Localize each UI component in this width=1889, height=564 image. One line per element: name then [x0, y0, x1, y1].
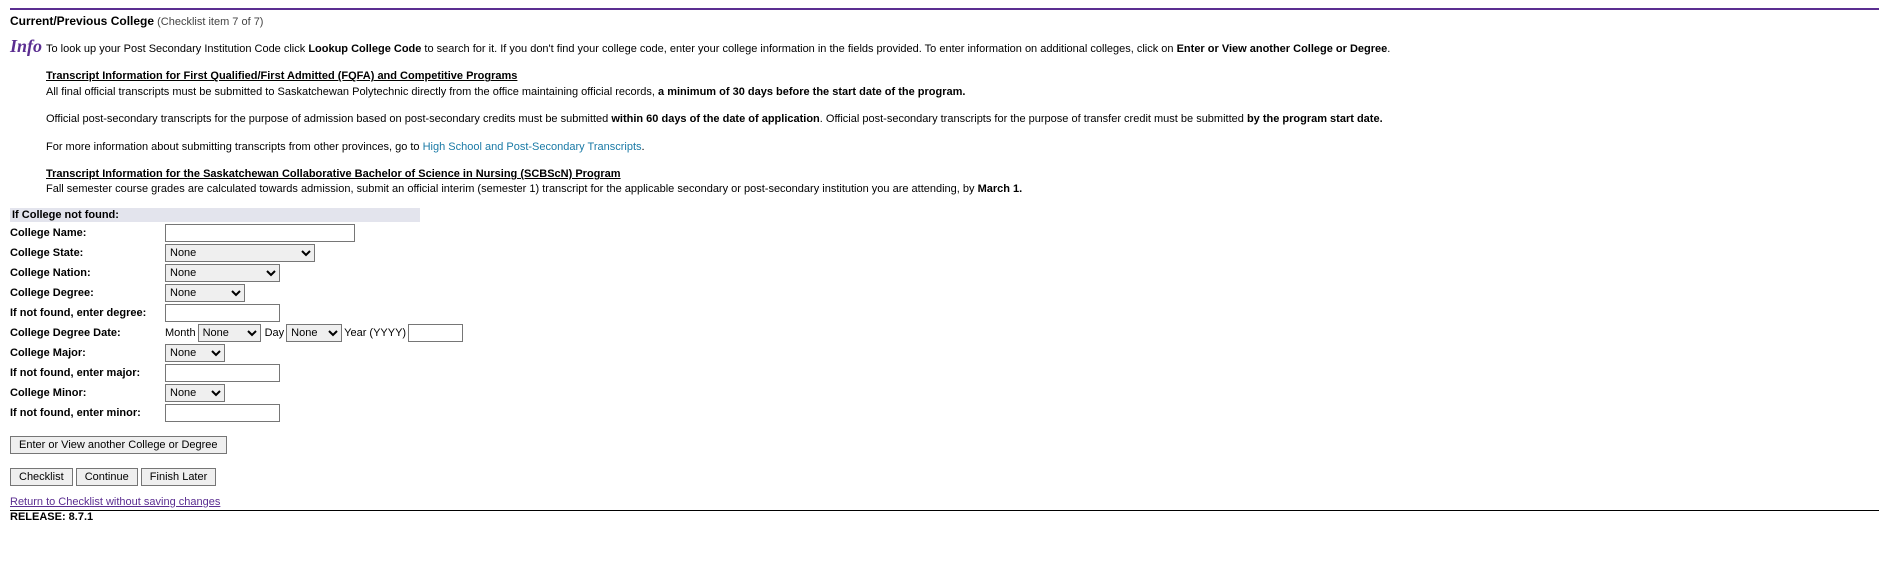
enter-view-another-text: Enter or View another College or Degree	[1177, 43, 1388, 55]
label-day: Day	[265, 327, 285, 339]
transcript-scbscn-section: Transcript Information for the Saskatche…	[46, 167, 1879, 198]
college-form: If College not found: College Name: Coll…	[10, 208, 1879, 422]
degree-not-found-input[interactable]	[165, 304, 280, 322]
college-name-input[interactable]	[165, 224, 355, 242]
enter-view-another-button[interactable]: Enter or View another College or Degree	[10, 436, 227, 454]
p2a: Official post-secondary transcripts for …	[46, 113, 611, 125]
return-to-checklist-link[interactable]: Return to Checklist without saving chang…	[10, 496, 220, 508]
label-major-not-found: If not found, enter major:	[10, 367, 165, 379]
label-year: Year (YYYY)	[344, 327, 406, 339]
label-degree-not-found: If not found, enter degree:	[10, 307, 165, 319]
p3b: .	[642, 141, 645, 153]
lookup-college-code-text: Lookup College Code	[308, 43, 421, 55]
transcripts-link[interactable]: High School and Post-Secondary Transcrip…	[423, 141, 642, 153]
page-header: Current/Previous College (Checklist item…	[10, 14, 1879, 28]
label-college-state: College State:	[10, 247, 165, 259]
info-text-1c: to search for it. If you don't find your…	[421, 43, 1176, 55]
minor-not-found-input[interactable]	[165, 404, 280, 422]
info-block: Info To look up your Post Secondary Inst…	[10, 36, 1879, 198]
p3a: For more information about submitting tr…	[46, 141, 423, 153]
info-icon: Info	[10, 36, 46, 57]
college-minor-select[interactable]: None	[165, 384, 225, 402]
label-college-nation: College Nation:	[10, 267, 165, 279]
day-select[interactable]: None	[286, 324, 342, 342]
year-input[interactable]	[408, 324, 463, 342]
transcript-fqfa-section: Transcript Information for First Qualifi…	[46, 69, 1879, 100]
label-college-name: College Name:	[10, 227, 165, 239]
major-not-found-input[interactable]	[165, 364, 280, 382]
label-college-degree: College Degree:	[10, 287, 165, 299]
p2b: within 60 days of the date of applicatio…	[611, 113, 819, 125]
label-minor-not-found: If not found, enter minor:	[10, 407, 165, 419]
label-college-minor: College Minor:	[10, 387, 165, 399]
college-state-select[interactable]: None	[165, 244, 315, 262]
label-college-major: College Major:	[10, 347, 165, 359]
fqfa-heading: Transcript Information for First Qualifi…	[46, 70, 517, 82]
continue-button[interactable]: Continue	[76, 468, 138, 486]
info-line-1: To look up your Post Secondary Instituti…	[46, 40, 1390, 57]
finish-later-button[interactable]: Finish Later	[141, 468, 216, 486]
scbscn-heading: Transcript Information for the Saskatche…	[46, 168, 621, 180]
checklist-button[interactable]: Checklist	[10, 468, 73, 486]
p4a: Fall semester course grades are calculat…	[46, 183, 978, 195]
transcript-p3: For more information about submitting tr…	[46, 140, 1879, 155]
release-label: RELEASE: 8.7.1	[10, 511, 1879, 523]
college-major-select[interactable]: None	[165, 344, 225, 362]
fqfa-p1a: All final official transcripts must be s…	[46, 86, 658, 98]
page-subtitle: (Checklist item 7 of 7)	[157, 16, 263, 28]
college-nation-select[interactable]: None	[165, 264, 280, 282]
p2d: by the program start date.	[1247, 113, 1383, 125]
info-text-1e: .	[1387, 43, 1390, 55]
top-accent-bar	[10, 8, 1879, 10]
p2c: . Official post-secondary transcripts fo…	[820, 113, 1247, 125]
transcript-p2: Official post-secondary transcripts for …	[46, 112, 1879, 127]
page-title: Current/Previous College	[10, 14, 154, 28]
not-found-header: If College not found:	[10, 208, 420, 222]
fqfa-p1b: a minimum of 30 days before the start da…	[658, 86, 965, 98]
p4b: March 1.	[978, 183, 1023, 195]
college-degree-select[interactable]: None	[165, 284, 245, 302]
month-select[interactable]: None	[198, 324, 261, 342]
info-text-1a: To look up your Post Secondary Instituti…	[46, 43, 308, 55]
label-degree-date: College Degree Date:	[10, 327, 165, 339]
label-month: Month	[165, 327, 196, 339]
